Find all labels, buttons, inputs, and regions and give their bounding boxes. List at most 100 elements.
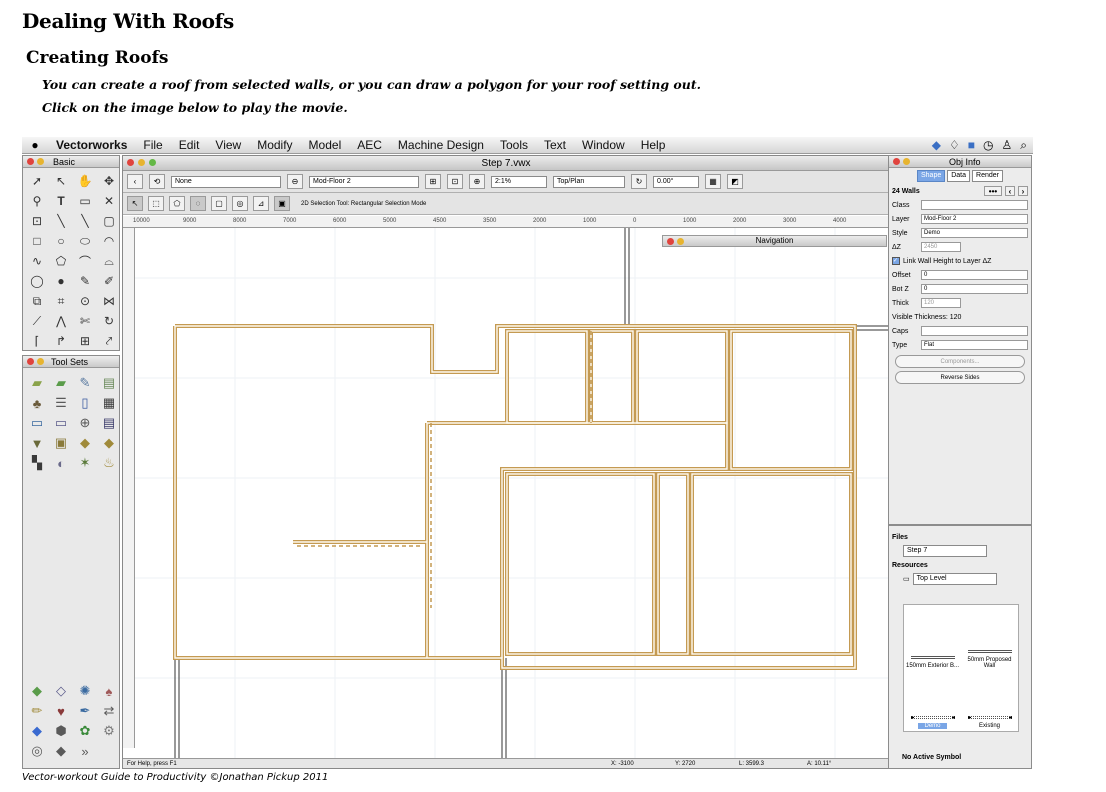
menu-view[interactable]: View bbox=[207, 138, 249, 152]
mirror-tool-icon[interactable]: ⋈ bbox=[99, 292, 119, 310]
rect-mode-icon[interactable]: ⬚ bbox=[148, 196, 164, 211]
render-icon[interactable]: ◆ bbox=[27, 682, 47, 700]
polyline-tool-icon[interactable]: ⌒ bbox=[75, 252, 95, 270]
3d-modeling-icon[interactable]: ⊕ bbox=[75, 414, 95, 432]
heart-icon[interactable]: ♥ bbox=[51, 702, 71, 720]
tools-icon[interactable]: ◇ bbox=[51, 682, 71, 700]
more-icon[interactable]: ••• bbox=[984, 186, 1002, 196]
landscape-icon[interactable]: ◆ bbox=[75, 434, 95, 452]
level-select[interactable]: Top Level bbox=[912, 573, 997, 585]
battery-icon[interactable]: ■ bbox=[968, 138, 975, 153]
target-icon[interactable]: ◎ bbox=[27, 742, 47, 760]
freehand-tool-icon[interactable]: ∿ bbox=[27, 252, 47, 270]
menu-model[interactable]: Model bbox=[301, 138, 350, 152]
rectangle-3d-tool-icon[interactable]: ▢ bbox=[99, 212, 119, 230]
tab-data[interactable]: Data bbox=[947, 170, 971, 182]
furniture-icon[interactable]: ♣ bbox=[27, 394, 47, 412]
split-tool-icon[interactable]: ⟋ bbox=[27, 312, 47, 330]
prev-icon[interactable]: ‹ bbox=[1005, 186, 1015, 196]
dimension-tool-icon[interactable]: ⊡ bbox=[27, 212, 47, 230]
spiral-tool-icon[interactable]: ⤤ bbox=[99, 332, 119, 350]
transform-mode-icon[interactable]: ▢ bbox=[211, 196, 227, 211]
resource-item[interactable]: 150mm Exterior B... bbox=[904, 605, 961, 671]
navigation-palette[interactable]: Navigation bbox=[662, 235, 887, 247]
line-tool-icon[interactable]: ╲ bbox=[51, 212, 71, 230]
pencil-icon[interactable]: ✏ bbox=[27, 702, 47, 720]
delete-tool-icon[interactable]: ✕ bbox=[99, 192, 119, 210]
zoom-in-icon[interactable]: ⊕ bbox=[469, 174, 485, 189]
lasso-mode-icon[interactable]: ◌ bbox=[190, 196, 206, 211]
oval-tool-icon[interactable]: ⬭ bbox=[75, 232, 95, 250]
windows-icon[interactable]: ▦ bbox=[99, 394, 119, 412]
paint-tool-icon[interactable]: ✐ bbox=[99, 272, 119, 290]
next-icon[interactable]: › bbox=[1018, 186, 1028, 196]
attribute-tool-icon[interactable]: ● bbox=[51, 272, 71, 290]
status-icon[interactable]: ◆ bbox=[932, 138, 941, 153]
eyedropper-tool-icon[interactable]: ✎ bbox=[75, 272, 95, 290]
electrical-icon[interactable]: ▚ bbox=[27, 454, 47, 472]
class-icon[interactable]: ⟲ bbox=[149, 174, 165, 189]
menu-text[interactable]: Text bbox=[536, 138, 574, 152]
style-select[interactable]: Demo bbox=[921, 228, 1028, 238]
close-icon[interactable] bbox=[27, 358, 34, 365]
layer-options-icon[interactable]: ⊞ bbox=[425, 174, 441, 189]
fasteners-icon[interactable]: ▣ bbox=[51, 434, 71, 452]
user-icon[interactable]: ♙ bbox=[1002, 138, 1013, 153]
minimize-icon[interactable] bbox=[903, 158, 910, 165]
structural-icon[interactable]: ▼ bbox=[27, 434, 47, 452]
movie-screenshot[interactable]: ● Vectorworks File Edit View Modify Mode… bbox=[22, 137, 1033, 769]
menu-file[interactable]: File bbox=[135, 138, 170, 152]
drawing-canvas[interactable] bbox=[135, 228, 889, 758]
arc-line-tool-icon[interactable]: ⌈ bbox=[27, 332, 47, 350]
double-line-tool-icon[interactable]: ╲ bbox=[75, 212, 95, 230]
plants-icon[interactable]: ◆ bbox=[99, 434, 119, 452]
zoom-icon[interactable] bbox=[149, 159, 156, 166]
menu-window[interactable]: Window bbox=[574, 138, 633, 152]
class-select[interactable]: None bbox=[171, 175, 281, 188]
space-planning-icon[interactable]: ▭ bbox=[27, 414, 47, 432]
plumbing-icon[interactable]: ◐ bbox=[51, 454, 71, 472]
pan-tool-icon[interactable]: ✋ bbox=[75, 172, 95, 190]
selection-tool-icon[interactable]: ➚ bbox=[27, 172, 47, 190]
menu-aec[interactable]: AEC bbox=[349, 138, 390, 152]
menu-edit[interactable]: Edit bbox=[171, 138, 208, 152]
poly-mode-icon[interactable]: ⬠ bbox=[169, 196, 185, 211]
menu-modify[interactable]: Modify bbox=[249, 138, 300, 152]
menu-machine-design[interactable]: Machine Design bbox=[390, 138, 492, 152]
apple-icon[interactable]: ● bbox=[22, 138, 48, 152]
machine-design-icon[interactable]: ▤ bbox=[99, 414, 119, 432]
fillet-arc-tool-icon[interactable]: ↱ bbox=[51, 332, 71, 350]
spotlight-icon[interactable]: ⌕ bbox=[1020, 138, 1027, 153]
angle-field[interactable]: 0.00° bbox=[653, 175, 699, 188]
minimize-icon[interactable] bbox=[37, 358, 44, 365]
arrows-icon[interactable]: » bbox=[75, 742, 95, 760]
botz-field[interactable]: 0 bbox=[921, 284, 1028, 294]
close-icon[interactable] bbox=[127, 159, 134, 166]
visualization-icon[interactable]: ▭ bbox=[51, 414, 71, 432]
checkbox-icon[interactable]: ✓ bbox=[892, 257, 900, 265]
trim-tool-icon[interactable]: ✄ bbox=[75, 312, 95, 330]
close-icon[interactable] bbox=[893, 158, 900, 165]
menu-tools[interactable]: Tools bbox=[492, 138, 536, 152]
minimize-icon[interactable] bbox=[138, 159, 145, 166]
building-shell-icon[interactable]: ▰ bbox=[27, 374, 47, 392]
class-options-icon[interactable]: ⊖ bbox=[287, 174, 303, 189]
rotate-tool-icon[interactable]: ✥ bbox=[99, 172, 119, 190]
resource-item[interactable]: 50mm Proposed Wall bbox=[961, 605, 1018, 671]
thick-field[interactable]: 120 bbox=[921, 298, 961, 308]
rectangle-tool-icon[interactable]: □ bbox=[27, 232, 47, 250]
walls-icon[interactable]: ☰ bbox=[51, 394, 71, 412]
clip-tool-icon[interactable]: ⌗ bbox=[51, 292, 71, 310]
back-icon[interactable]: ‹ bbox=[127, 174, 143, 189]
tab-shape[interactable]: Shape bbox=[916, 170, 946, 182]
caps-select[interactable] bbox=[921, 326, 1028, 336]
multi-mode-icon[interactable]: ⊿ bbox=[253, 196, 269, 211]
tab-render[interactable]: Render bbox=[972, 170, 1003, 182]
circle-tool-icon[interactable]: ○ bbox=[51, 232, 71, 250]
reverse-sides-button[interactable]: Reverse Sides bbox=[895, 371, 1025, 384]
rotate-plan-icon[interactable]: ↻ bbox=[631, 174, 647, 189]
layer-select[interactable]: Mod-Floor 2 bbox=[921, 214, 1028, 224]
scale-tool-icon[interactable]: ⊞ bbox=[75, 332, 95, 350]
close-icon[interactable] bbox=[667, 238, 674, 245]
resource-item[interactable]: Existing bbox=[961, 671, 1018, 731]
